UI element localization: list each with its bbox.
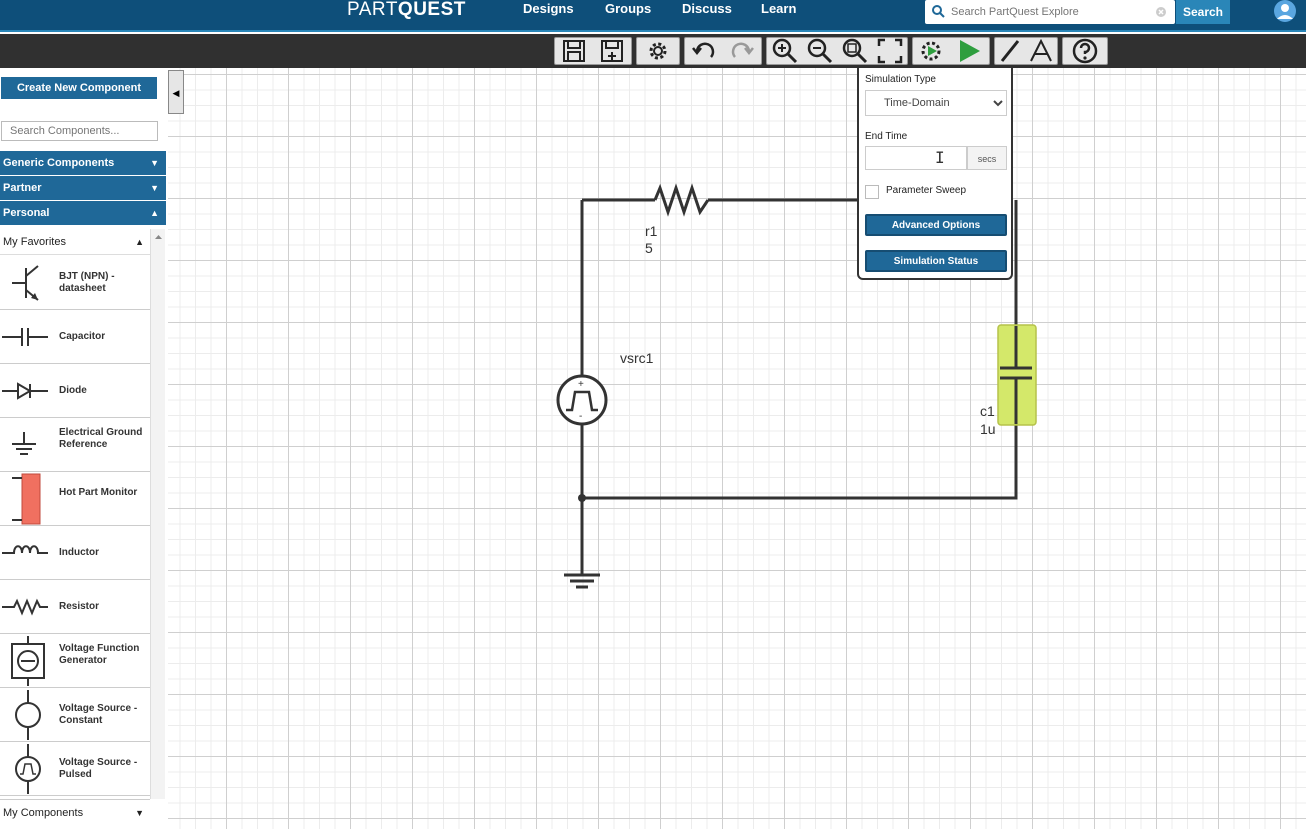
scroll-up-icon[interactable] [151, 232, 166, 242]
simulation-status-button[interactable]: Simulation Status [865, 250, 1007, 272]
wire-bottom[interactable] [582, 424, 1018, 500]
function-generator-icon [11, 636, 45, 686]
parameter-sweep-label: Parameter Sweep [886, 185, 967, 196]
parameter-sweep-checkbox[interactable] [865, 185, 879, 199]
circuit-schematic: + - [556, 183, 1037, 589]
voltage-source-constant-icon [15, 690, 41, 740]
chevron-down-icon: ▼ [135, 808, 144, 818]
category-generic-components[interactable]: Generic Components ▼ [0, 151, 166, 175]
my-components-header[interactable]: My Components ▼ [0, 799, 150, 825]
category-personal[interactable]: Personal ▲ [0, 201, 166, 225]
capacitor-name-label: c1 [980, 403, 995, 419]
svg-text:+: + [578, 379, 584, 390]
text-cursor-icon: I [935, 148, 945, 167]
source-name-label: vsrc1 [620, 350, 654, 366]
chevron-up-icon: ▲ [135, 237, 144, 247]
capacitor-icon [2, 328, 48, 346]
advanced-options-button[interactable]: Advanced Options [865, 214, 1007, 236]
component-hot-part-monitor[interactable]: Hot Part Monitor [0, 472, 150, 526]
simulation-type-label: Simulation Type [865, 74, 936, 85]
my-favorites-header[interactable]: My Favorites ▲ [0, 229, 150, 255]
hot-part-monitor-icon [12, 473, 41, 525]
junction-dot [578, 494, 586, 502]
collapse-sidebar-button[interactable]: ◀ [168, 70, 184, 114]
component-search-input[interactable] [1, 121, 158, 141]
voltage-source-vsrc1[interactable]: + - [556, 374, 608, 426]
capacitor-value-label: 1u [980, 421, 996, 437]
simulation-type-select[interactable]: Time-Domain [865, 90, 1007, 116]
diode-icon [2, 382, 48, 400]
voltage-source-pulsed-icon [15, 744, 41, 794]
end-time-label: End Time [865, 131, 908, 142]
resistor-name-label: r1 [645, 223, 658, 239]
component-voltage-source-constant[interactable]: Voltage Source - Constant [0, 688, 150, 742]
component-diode[interactable]: Diode [0, 364, 150, 418]
category-partner[interactable]: Partner ▼ [0, 176, 166, 200]
chevron-down-icon: ▼ [150, 158, 159, 168]
end-time-input[interactable] [865, 146, 967, 170]
inductor-icon [2, 545, 48, 554]
component-voltage-source-pulsed[interactable]: Voltage Source - Pulsed [0, 742, 150, 796]
component-bjt-npn[interactable]: BJT (NPN) - datasheet [0, 256, 150, 310]
end-time-units: secs [967, 146, 1007, 170]
chevron-up-icon: ▲ [150, 208, 159, 218]
chevron-down-icon: ▼ [150, 183, 159, 193]
resistor-r1[interactable] [653, 183, 710, 217]
simulation-settings-panel: Simulation Type Time-Domain End Time sec… [857, 68, 1013, 280]
chevron-left-icon: ◀ [172, 88, 180, 98]
component-inductor[interactable]: Inductor [0, 526, 150, 580]
resistor-icon [2, 598, 48, 616]
svg-text:-: - [579, 411, 582, 422]
component-resistor[interactable]: Resistor [0, 580, 150, 634]
ground-symbol[interactable] [564, 573, 600, 589]
component-ground-reference[interactable]: Electrical Ground Reference [0, 418, 150, 472]
component-voltage-function-generator[interactable]: Voltage Function Generator [0, 634, 150, 688]
create-new-component-button[interactable]: Create New Component [1, 77, 157, 99]
resistor-value-label: 5 [645, 240, 653, 256]
favorites-scrollbar[interactable] [150, 229, 165, 799]
component-capacitor[interactable]: Capacitor [0, 310, 150, 364]
bjt-npn-icon [12, 265, 39, 301]
ground-icon [12, 432, 36, 455]
capacitor-c1[interactable] [997, 324, 1037, 426]
